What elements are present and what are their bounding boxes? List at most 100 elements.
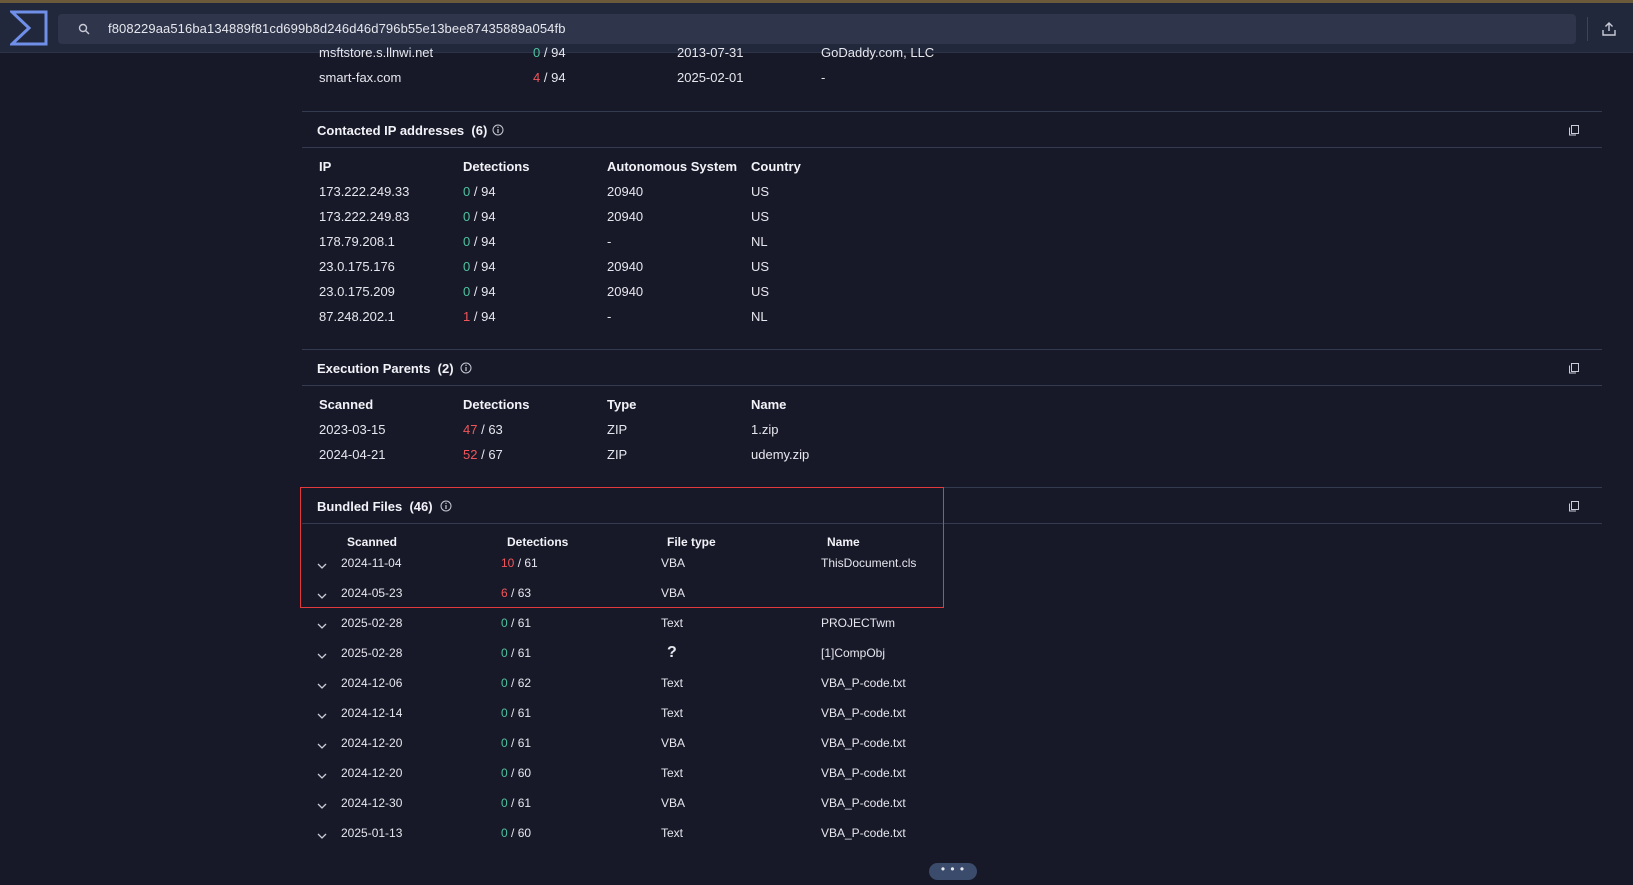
as-cell: 20940 [607,259,644,274]
detections-cell: 0 / 61 [501,646,532,660]
chevron-down-icon[interactable] [316,562,328,570]
chevron-down-icon[interactable] [316,772,328,780]
column-header: Autonomous System [607,159,738,174]
virustotal-logo-icon[interactable] [10,9,48,47]
chevron-down-icon[interactable] [316,652,328,660]
info-icon[interactable] [460,362,472,374]
as-cell: - [607,309,612,324]
section-title-execution-parents: Execution Parents (2) [317,361,454,376]
chevron-down-icon[interactable] [316,592,328,600]
domain-cell[interactable]: msftstore.s.llnwi.net [319,45,433,60]
scanned-cell: 2025-01-13 [341,826,403,840]
ip-cell[interactable]: 87.248.202.1 [319,309,395,324]
chevron-down-icon[interactable] [316,682,328,690]
column-header: Name [751,397,787,412]
upload-icon[interactable] [1601,21,1617,37]
detections-cell: 0 / 61 [501,616,532,630]
country-cell: US [751,184,770,199]
detections-cell: 10 / 61 [501,556,538,570]
ip-cell[interactable]: 173.222.249.33 [319,184,409,199]
ip-cell[interactable]: 23.0.175.176 [319,259,395,274]
section-divider [302,111,1602,112]
search-input[interactable]: f808229aa516ba134889f81cd699b8d246d46d79… [108,21,566,36]
scanned-cell: 2024-05-23 [341,586,403,600]
domain-cell[interactable]: smart-fax.com [319,70,401,85]
report-content: msftstore.s.llnwi.net 0 / 94 2013-07-31 … [0,45,1633,885]
as-cell: 20940 [607,184,644,199]
column-header: Detections [463,159,530,174]
section-title-bundled-files: Bundled Files (46) [317,499,433,514]
ip-cell[interactable]: 23.0.175.209 [319,284,395,299]
column-header: Detections [463,397,530,412]
search-icon [78,23,90,35]
detections-cell: 0 / 60 [501,766,532,780]
as-cell: 20940 [607,284,644,299]
top-bar: f808229aa516ba134889f81cd699b8d246d46d79… [0,3,1633,53]
scanned-cell: 2025-02-28 [341,646,403,660]
detections-cell: 0 / 94 [463,259,496,274]
info-icon[interactable] [492,124,504,136]
column-header: File type [667,535,716,549]
file-type-cell: Text [661,766,684,780]
show-more-button[interactable]: • • • [929,863,977,880]
detections-cell: 47 / 63 [463,422,503,437]
section-divider [302,487,1602,488]
chevron-down-icon[interactable] [316,832,328,840]
copy-icon[interactable] [1568,362,1580,374]
country-cell: NL [751,309,768,324]
file-name-link[interactable]: ThisDocument.cls [821,556,916,570]
file-name-link[interactable]: VBA_P-code.txt [821,766,906,780]
file-name-link[interactable]: VBA_P-code.txt [821,676,906,690]
info-icon[interactable] [440,500,452,512]
country-cell: US [751,284,770,299]
file-type-cell: VBA [661,736,686,750]
section-divider [302,523,1602,524]
chevron-down-icon[interactable] [316,622,328,630]
file-type-cell: VBA [661,796,686,810]
file-name-link[interactable]: PROJECTwm [821,616,895,630]
chevron-down-icon[interactable] [316,712,328,720]
ip-cell[interactable]: 173.222.249.83 [319,209,409,224]
file-type-cell: Text [661,706,684,720]
column-header: IP [319,159,332,174]
date-cell: 2013-07-31 [677,45,744,60]
scanned-cell: 2024-12-06 [341,676,403,690]
detections-cell: 0 / 94 [463,209,496,224]
file-name-link[interactable]: 1.zip [751,422,778,437]
detections-cell: 1 / 94 [463,309,496,324]
scanned-cell: 2024-12-30 [341,796,403,810]
search-box[interactable]: f808229aa516ba134889f81cd699b8d246d46d79… [58,14,1576,44]
type-cell: ZIP [607,447,628,462]
file-name-link[interactable]: VBA_P-code.txt [821,796,906,810]
detections-cell: 0 / 94 [463,234,496,249]
file-type-cell: Text [661,616,684,630]
file-name-link[interactable]: udemy.zip [751,447,809,462]
file-type-cell: Text [661,676,684,690]
file-name-link[interactable]: VBA_P-code.txt [821,736,906,750]
chevron-down-icon[interactable] [316,742,328,750]
file-type-cell: ? [667,644,677,661]
ip-cell[interactable]: 178.79.208.1 [319,234,395,249]
file-name-link[interactable]: VBA_P-code.txt [821,706,906,720]
file-name-link[interactable]: VBA_P-code.txt [821,826,906,840]
detections-cell: 0 / 61 [501,736,532,750]
as-cell: - [607,234,612,249]
column-header: Name [827,535,860,549]
detections-cell: 0 / 94 [463,184,496,199]
detections-cell: 4 / 94 [533,70,566,85]
file-name-link[interactable]: [1]CompObj [821,646,885,660]
column-header: Scanned [347,535,398,549]
column-header: Type [607,397,637,412]
file-type-cell: VBA [661,586,686,600]
copy-icon[interactable] [1568,124,1580,136]
copy-icon[interactable] [1568,500,1580,512]
chevron-down-icon[interactable] [316,802,328,810]
scanned-cell: 2024-04-21 [319,447,386,462]
scanned-cell: 2024-12-14 [341,706,403,720]
column-header: Scanned [319,397,374,412]
detections-cell: 0 / 62 [501,676,532,690]
detections-cell: 52 / 67 [463,447,503,462]
file-type-cell: VBA [661,556,686,570]
section-divider [302,349,1602,350]
column-header: Detections [507,535,569,549]
